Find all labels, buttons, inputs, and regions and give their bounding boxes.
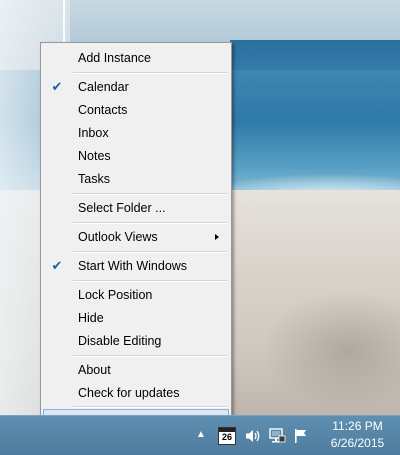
menu-item-label: Lock Position bbox=[78, 288, 153, 302]
context-menu: Add Instance ✔ Calendar Contacts Inbox N… bbox=[40, 42, 232, 432]
menu-separator bbox=[73, 355, 227, 357]
menu-item-label: Check for updates bbox=[78, 386, 180, 400]
menu-item-start-with-windows[interactable]: ✔ Start With Windows bbox=[43, 255, 229, 277]
menu-separator bbox=[73, 193, 227, 195]
menu-item-inbox[interactable]: Inbox bbox=[43, 122, 229, 144]
clock-date: 6/26/2015 bbox=[330, 436, 385, 450]
menu-item-label: Start With Windows bbox=[78, 259, 188, 273]
menu-separator bbox=[73, 406, 227, 408]
menu-item-hide[interactable]: Hide bbox=[43, 307, 229, 329]
taskbar: ▲ 26 11:26 PM 6/26/2015 bbox=[0, 415, 400, 455]
menu-item-label: Add Instance bbox=[78, 51, 151, 65]
menu-item-lock-position[interactable]: Lock Position bbox=[43, 284, 229, 306]
menu-separator bbox=[73, 72, 227, 74]
menu-item-label: Outlook Views bbox=[78, 230, 158, 244]
menu-item-label: About bbox=[78, 363, 111, 377]
menu-item-about[interactable]: About bbox=[43, 359, 229, 381]
clock-time: 11:26 PM bbox=[332, 419, 383, 433]
network-icon[interactable] bbox=[268, 427, 286, 445]
menu-item-label: Disable Editing bbox=[78, 334, 162, 348]
flag-icon[interactable] bbox=[292, 427, 310, 445]
menu-item-calendar[interactable]: ✔ Calendar bbox=[43, 76, 229, 98]
checkmark-icon: ✔ bbox=[51, 258, 63, 273]
speaker-icon[interactable] bbox=[244, 427, 262, 445]
menu-item-select-folder[interactable]: Select Folder ... bbox=[43, 197, 229, 219]
menu-item-tasks[interactable]: Tasks bbox=[43, 168, 229, 190]
wallpaper-shadow bbox=[260, 290, 400, 410]
menu-item-label: Hide bbox=[78, 311, 104, 325]
menu-item-label: Select Folder ... bbox=[78, 201, 166, 215]
menu-item-check-for-updates[interactable]: Check for updates bbox=[43, 382, 229, 404]
menu-item-outlook-views[interactable]: Outlook Views bbox=[43, 226, 229, 248]
menu-item-label: Contacts bbox=[78, 103, 128, 117]
menu-separator bbox=[73, 251, 227, 253]
calendar-day-number: 26 bbox=[221, 432, 232, 442]
system-clock[interactable]: 11:26 PM 6/26/2015 bbox=[320, 418, 395, 452]
calendar-icon[interactable]: 26 bbox=[218, 427, 236, 445]
menu-item-label: Calendar bbox=[78, 80, 129, 94]
menu-item-label: Tasks bbox=[78, 172, 110, 186]
menu-separator bbox=[73, 222, 227, 224]
menu-item-add-instance[interactable]: Add Instance bbox=[43, 47, 229, 69]
menu-item-contacts[interactable]: Contacts bbox=[43, 99, 229, 121]
submenu-arrow-icon bbox=[215, 234, 219, 240]
desktop: Add Instance ✔ Calendar Contacts Inbox N… bbox=[0, 0, 400, 455]
menu-item-notes[interactable]: Notes bbox=[43, 145, 229, 167]
menu-item-label: Inbox bbox=[78, 126, 109, 140]
checkmark-icon: ✔ bbox=[51, 79, 63, 94]
show-hidden-icons-chevron-icon[interactable]: ▲ bbox=[196, 430, 206, 440]
menu-separator bbox=[73, 280, 227, 282]
menu-item-disable-editing[interactable]: Disable Editing bbox=[43, 330, 229, 352]
menu-item-label: Notes bbox=[78, 149, 111, 163]
